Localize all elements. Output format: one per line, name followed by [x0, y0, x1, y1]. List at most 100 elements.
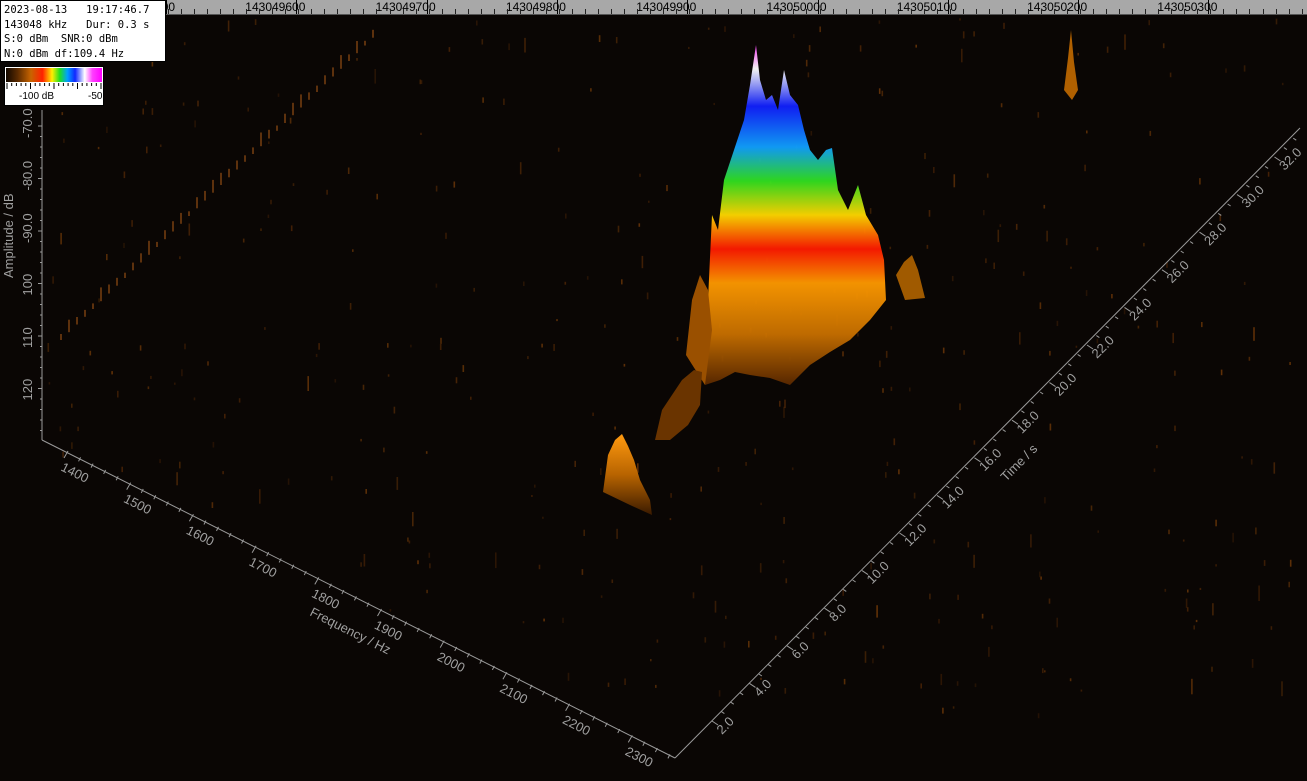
- frequency-header-minor-tick: [1236, 9, 1238, 14]
- amplitude-tick-label: -90.0: [20, 213, 35, 243]
- frequency-header-minor-tick: [376, 9, 378, 14]
- frequency-header-minor-tick: [897, 9, 899, 14]
- frequency-header-minor-tick: [845, 9, 847, 14]
- frequency-header-minor-tick: [1106, 9, 1108, 14]
- frequency-header-minor-tick: [741, 9, 743, 14]
- frequency-header-minor-tick: [1027, 9, 1029, 14]
- frequency-header-label: 143050000: [766, 0, 827, 14]
- frequency-header-minor-tick: [1158, 9, 1160, 14]
- frequency-header-bar[interactable]: 1430495001430496001430497001430498001430…: [0, 0, 1307, 15]
- colorbar-scale: [6, 83, 102, 89]
- frequency-header-minor-tick: [884, 9, 886, 14]
- frequency-header-minor-tick: [1184, 9, 1186, 14]
- frequency-header-minor-tick: [545, 9, 547, 14]
- frequency-header-minor-tick: [1197, 9, 1199, 14]
- colorbar-max-label: -50: [88, 91, 103, 102]
- info-date-time: 2023-08-13 19:17:46.7: [4, 4, 150, 16]
- frequency-header-minor-tick: [1288, 9, 1290, 14]
- frequency-header-minor-tick: [324, 9, 326, 14]
- frequency-header-minor-tick: [1210, 9, 1212, 14]
- frequency-header-minor-tick: [389, 9, 391, 14]
- frequency-header-label: 143049800: [505, 0, 566, 14]
- amplitude-tick-label: -80.0: [20, 161, 35, 191]
- frequency-header-minor-tick: [532, 9, 534, 14]
- frequency-header-minor-tick: [337, 9, 339, 14]
- frequency-header-minor-tick: [663, 9, 665, 14]
- colorbar-min-label: -100 dB: [19, 91, 55, 102]
- frequency-header-minor-tick: [767, 9, 769, 14]
- frequency-header-minor-tick: [871, 9, 873, 14]
- frequency-header-minor-tick: [1132, 9, 1134, 14]
- frequency-header-minor-tick: [1054, 9, 1056, 14]
- frequency-header-minor-tick: [1093, 9, 1095, 14]
- frequency-header-minor-tick: [806, 9, 808, 14]
- frequency-header-minor-tick: [624, 9, 626, 14]
- frequency-header-minor-tick: [923, 9, 925, 14]
- frequency-header-minor-tick: [1275, 9, 1277, 14]
- frequency-header-minor-tick: [233, 9, 235, 14]
- frequency-header-minor-tick: [415, 9, 417, 14]
- amplitude-axis-title: Amplitude / dB: [1, 193, 16, 278]
- frequency-header-minor-tick: [1001, 9, 1003, 14]
- frequency-header-minor-tick: [168, 9, 169, 14]
- frequency-header-minor-tick: [1014, 9, 1016, 14]
- frequency-header-minor-tick: [298, 9, 300, 14]
- frequency-header-label: 143050200: [1027, 0, 1088, 14]
- frequency-header-minor-tick: [793, 9, 795, 14]
- frequency-header-minor-tick: [246, 9, 248, 14]
- frequency-header-minor-tick: [363, 9, 365, 14]
- frequency-header-minor-tick: [910, 9, 912, 14]
- colorbar-legend: -100 dB -50: [4, 66, 104, 106]
- info-signal-snr: S:0 dBm SNR:0 dBm: [4, 33, 118, 45]
- frequency-header-minor-tick: [1171, 9, 1173, 14]
- frequency-header-minor-tick: [493, 9, 495, 14]
- frequency-header-minor-tick: [611, 9, 613, 14]
- frequency-header-minor-tick: [480, 9, 482, 14]
- frequency-header-minor-tick: [1301, 9, 1303, 14]
- frequency-header-label: 143050300: [1157, 0, 1218, 14]
- frequency-header-minor-tick: [350, 9, 352, 14]
- frequency-header-minor-tick: [1145, 9, 1147, 14]
- frequency-header-minor-tick: [311, 9, 313, 14]
- frequency-header-minor-tick: [571, 9, 573, 14]
- frequency-header-minor-tick: [272, 9, 274, 14]
- frequency-header-minor-tick: [689, 9, 691, 14]
- frequency-header-minor-tick: [207, 9, 209, 14]
- frequency-header-minor-tick: [676, 9, 678, 14]
- frequency-header-minor-tick: [637, 9, 639, 14]
- frequency-header-minor-tick: [1249, 9, 1251, 14]
- frequency-header-label: 143049900: [636, 0, 697, 14]
- waterfall-3d-plot[interactable]: -70.0-80.0-90.0100110120 140015001600170…: [0, 0, 1307, 781]
- colorbar-gradient: [6, 68, 102, 82]
- frequency-header-minor-tick: [832, 9, 834, 14]
- frequency-header-minor-tick: [259, 9, 261, 14]
- frequency-header-minor-tick: [181, 9, 183, 14]
- amplitude-tick-label: -70.0: [20, 108, 35, 138]
- frequency-header-minor-tick: [467, 9, 469, 14]
- amplitude-tick-label: 100: [20, 274, 35, 296]
- frequency-header-label: 143050100: [896, 0, 957, 14]
- info-noise-df: N:0 dBm df:109.4 Hz: [4, 47, 125, 60]
- frequency-header-minor-tick: [858, 9, 860, 14]
- frequency-header-minor-tick: [780, 9, 782, 14]
- frequency-header-minor-tick: [754, 9, 756, 14]
- frequency-header-minor-tick: [220, 9, 222, 14]
- frequency-header-minor-tick: [428, 9, 430, 14]
- frequency-header-minor-tick: [962, 9, 964, 14]
- frequency-header-minor-tick: [506, 9, 508, 14]
- frequency-header-label: 143049700: [375, 0, 436, 14]
- frequency-header-minor-tick: [584, 9, 586, 14]
- frequency-header-minor-tick: [715, 9, 717, 14]
- frequency-header-minor-tick: [402, 9, 404, 14]
- frequency-header-minor-tick: [1080, 9, 1082, 14]
- amplitude-tick-label: 110: [20, 327, 35, 348]
- frequency-header-minor-tick: [1262, 9, 1264, 14]
- frequency-header-minor-tick: [1041, 9, 1042, 14]
- info-frequency-duration: 143048 kHz Dur: 0.3 s: [4, 18, 150, 31]
- frequency-header-minor-tick: [597, 9, 599, 14]
- frequency-header-label: 143049600: [245, 0, 306, 14]
- frequency-header-minor-tick: [558, 9, 560, 14]
- frequency-header-minor-tick: [936, 9, 938, 14]
- frequency-header-minor-tick: [1223, 9, 1225, 14]
- frequency-header-minor-tick: [1067, 9, 1069, 14]
